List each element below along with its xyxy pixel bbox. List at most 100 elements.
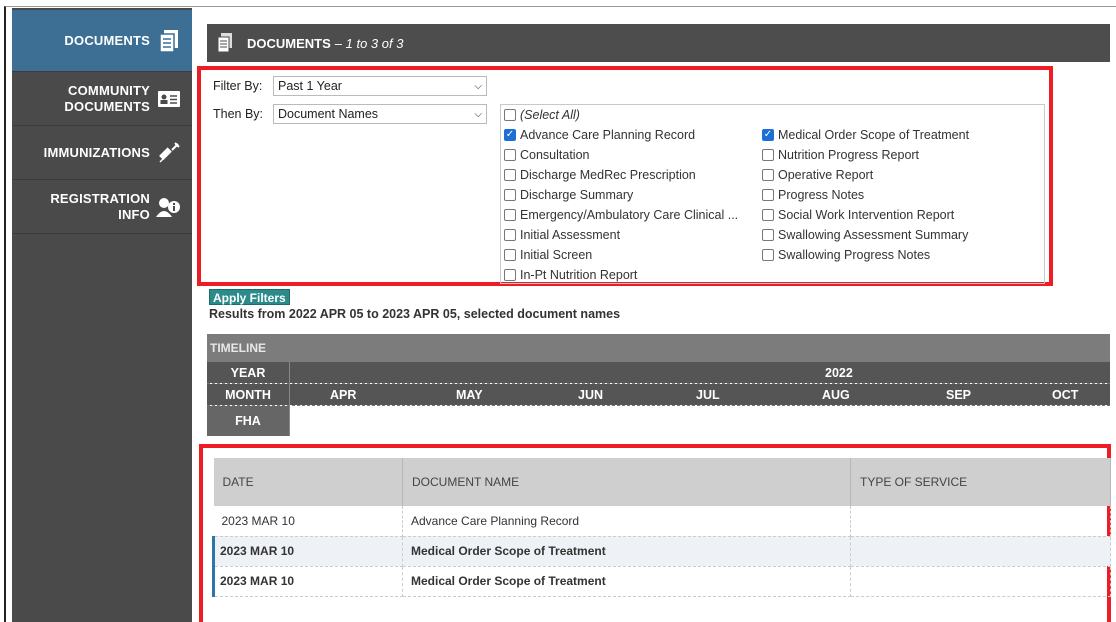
sidebar-item-label: DOCUMENTS — [64, 32, 150, 48]
document-filter-option[interactable]: Swallowing Assessment Summary — [762, 228, 968, 242]
documents-table: DATE DOCUMENT NAME TYPE OF SERVICE 2023 … — [212, 458, 1111, 597]
filter-by-row: Filter By: Past 1 Year ⌵ — [213, 76, 487, 96]
document-filter-option[interactable]: Nutrition Progress Report — [762, 148, 919, 162]
document-filter-option[interactable]: Swallowing Progress Notes — [762, 248, 930, 262]
checkbox[interactable] — [504, 229, 516, 241]
checkbox-label: Operative Report — [778, 168, 874, 182]
column-header-date[interactable]: DATE — [213, 458, 403, 506]
filter-by-select[interactable]: Past 1 Year ⌵ — [273, 76, 487, 96]
timeline-month: MAY — [456, 388, 483, 402]
column-header-document-name[interactable]: DOCUMENT NAME — [402, 458, 851, 506]
checkbox[interactable] — [762, 189, 774, 201]
filter-panel: Filter By: Past 1 Year ⌵ Then By: Docume… — [197, 66, 1053, 286]
checkbox-label: Nutrition Progress Report — [778, 148, 920, 162]
cell-document-name[interactable]: Medical Order Scope of Treatment — [402, 566, 851, 597]
timeline-month: OCT — [1052, 388, 1079, 402]
then-by-select[interactable]: Document Names ⌵ — [273, 104, 487, 124]
select-all-checkbox[interactable]: (Select All) — [504, 108, 580, 122]
chevron-down-icon: ⌵ — [474, 80, 482, 92]
sidebar-item-label: REGISTRATION INFO — [50, 190, 150, 222]
cell-document-name[interactable]: Advance Care Planning Record — [402, 506, 851, 537]
table-row[interactable]: 2023 MAR 10 Advance Care Planning Record — [213, 506, 1111, 537]
cell-date: 2023 MAR 10 — [213, 506, 403, 537]
document-filter-option[interactable]: Social Work Intervention Report — [762, 208, 954, 222]
sidebar-item-documents[interactable]: DOCUMENTS — [12, 10, 192, 72]
checkbox-label: Initial Assessment — [520, 228, 621, 242]
timeline-month: SEP — [946, 388, 972, 402]
timeline-month: JUL — [696, 388, 720, 402]
then-by-row: Then By: Document Names ⌵ — [213, 104, 487, 124]
document-filter-option[interactable]: Advance Care Planning Record — [504, 128, 695, 142]
timeline: TIMELINE YEAR 2022 MONTH APR MAY JUN JUL AUG… — [207, 334, 1110, 444]
sidebar-item-registration-info[interactable]: REGISTRATION INFO — [12, 180, 192, 234]
result-count: – 1 to 3 of 3 — [334, 35, 404, 51]
document-filter-option[interactable]: Emergency/Ambulatory Care Clinical ... — [504, 208, 738, 222]
sidebar: DOCUMENTS COMMUNITY DOCUMENTS IMMUNIZATI… — [12, 8, 192, 622]
sidebar-item-immunizations[interactable]: IMMUNIZATIONS — [12, 126, 192, 180]
checkbox-label: Initial Screen — [520, 248, 593, 262]
checkbox-label: In-Pt Nutrition Report — [520, 268, 638, 282]
checkbox[interactable] — [762, 209, 774, 221]
table-row[interactable]: 2023 MAR 10 Medical Order Scope of Treat… — [212, 536, 1111, 567]
checkbox-label: Consultation — [520, 148, 590, 162]
checkbox[interactable] — [504, 149, 516, 161]
checkbox[interactable] — [504, 209, 516, 221]
checkbox[interactable] — [504, 169, 516, 181]
documents-header: DOCUMENTS – 1 to 3 of 3 — [207, 24, 1110, 62]
document-filter-option[interactable]: Initial Assessment — [504, 228, 620, 242]
checkbox[interactable] — [504, 189, 516, 201]
checkbox[interactable] — [504, 109, 516, 121]
checkbox[interactable] — [762, 229, 774, 241]
month-label: MONTH — [207, 384, 290, 405]
timeline-fha-row: FHA — [207, 406, 1110, 436]
timeline-month: AUG — [822, 388, 850, 402]
user-info-icon — [156, 194, 182, 220]
document-filter-option[interactable]: Operative Report — [762, 168, 873, 182]
checkbox-label: Discharge Summary — [520, 188, 634, 202]
apply-filters-button[interactable]: Apply Filters — [209, 289, 290, 305]
checkbox-label: Swallowing Progress Notes — [778, 248, 931, 262]
chevron-down-icon: ⌵ — [474, 108, 482, 120]
table-row[interactable]: 2023 MAR 10 Medical Order Scope of Treat… — [212, 566, 1111, 597]
filter-by-label: Filter By: — [213, 79, 263, 93]
document-filter-option[interactable]: Medical Order Scope of Treatment — [762, 128, 969, 142]
document-filter-option[interactable]: Initial Screen — [504, 248, 592, 262]
filter-by-value: Past 1 Year — [278, 79, 342, 93]
document-filter-option[interactable]: Consultation — [504, 148, 590, 162]
checkbox[interactable] — [504, 249, 516, 261]
checkbox[interactable] — [762, 149, 774, 161]
checkbox-checked[interactable] — [504, 129, 516, 141]
documents-table-panel: DATE DOCUMENT NAME TYPE OF SERVICE 2023 … — [199, 444, 1111, 622]
sidebar-item-label: COMMUNITY DOCUMENTS — [64, 82, 150, 114]
cell-date: 2023 MAR 10 — [212, 566, 403, 597]
document-name-list[interactable]: (Select All) Advance Care Planning Recor… — [500, 104, 1045, 284]
document-filter-option[interactable]: In-Pt Nutrition Report — [504, 268, 637, 282]
then-by-label: Then By: — [213, 107, 264, 121]
year-value: 2022 — [825, 366, 853, 380]
checkbox[interactable] — [504, 269, 516, 281]
column-header-type-of-service[interactable]: TYPE OF SERVICE — [850, 458, 1111, 506]
checkbox-checked[interactable] — [762, 129, 774, 141]
checkbox-label: Progress Notes — [778, 188, 865, 202]
cell-document-name[interactable]: Medical Order Scope of Treatment — [402, 536, 851, 567]
syringe-icon — [156, 140, 182, 166]
page-title: DOCUMENTS — [247, 35, 331, 51]
document-filter-option[interactable]: Progress Notes — [762, 188, 864, 202]
checkbox[interactable] — [762, 249, 774, 261]
timeline-month-row: MONTH APR MAY JUN JUL AUG SEP OCT — [207, 384, 1110, 406]
cell-type-of-service — [850, 536, 1111, 567]
document-filter-option[interactable]: Discharge Summary — [504, 188, 633, 202]
timeline-year-row: YEAR 2022 — [207, 362, 1110, 384]
document-filter-option[interactable]: Discharge MedRec Prescription — [504, 168, 696, 182]
documents-icon — [156, 28, 182, 54]
cell-date: 2023 MAR 10 — [212, 536, 403, 567]
sidebar-item-label: IMMUNIZATIONS — [43, 144, 150, 160]
fha-label: FHA — [207, 406, 290, 436]
sidebar-item-community-documents[interactable]: COMMUNITY DOCUMENTS — [12, 72, 192, 126]
timeline-month: APR — [330, 388, 357, 402]
checkbox[interactable] — [762, 169, 774, 181]
documents-icon — [217, 33, 233, 53]
year-label: YEAR — [207, 362, 290, 383]
checkbox-label: Social Work Intervention Report — [778, 208, 955, 222]
cell-type-of-service — [850, 566, 1111, 597]
